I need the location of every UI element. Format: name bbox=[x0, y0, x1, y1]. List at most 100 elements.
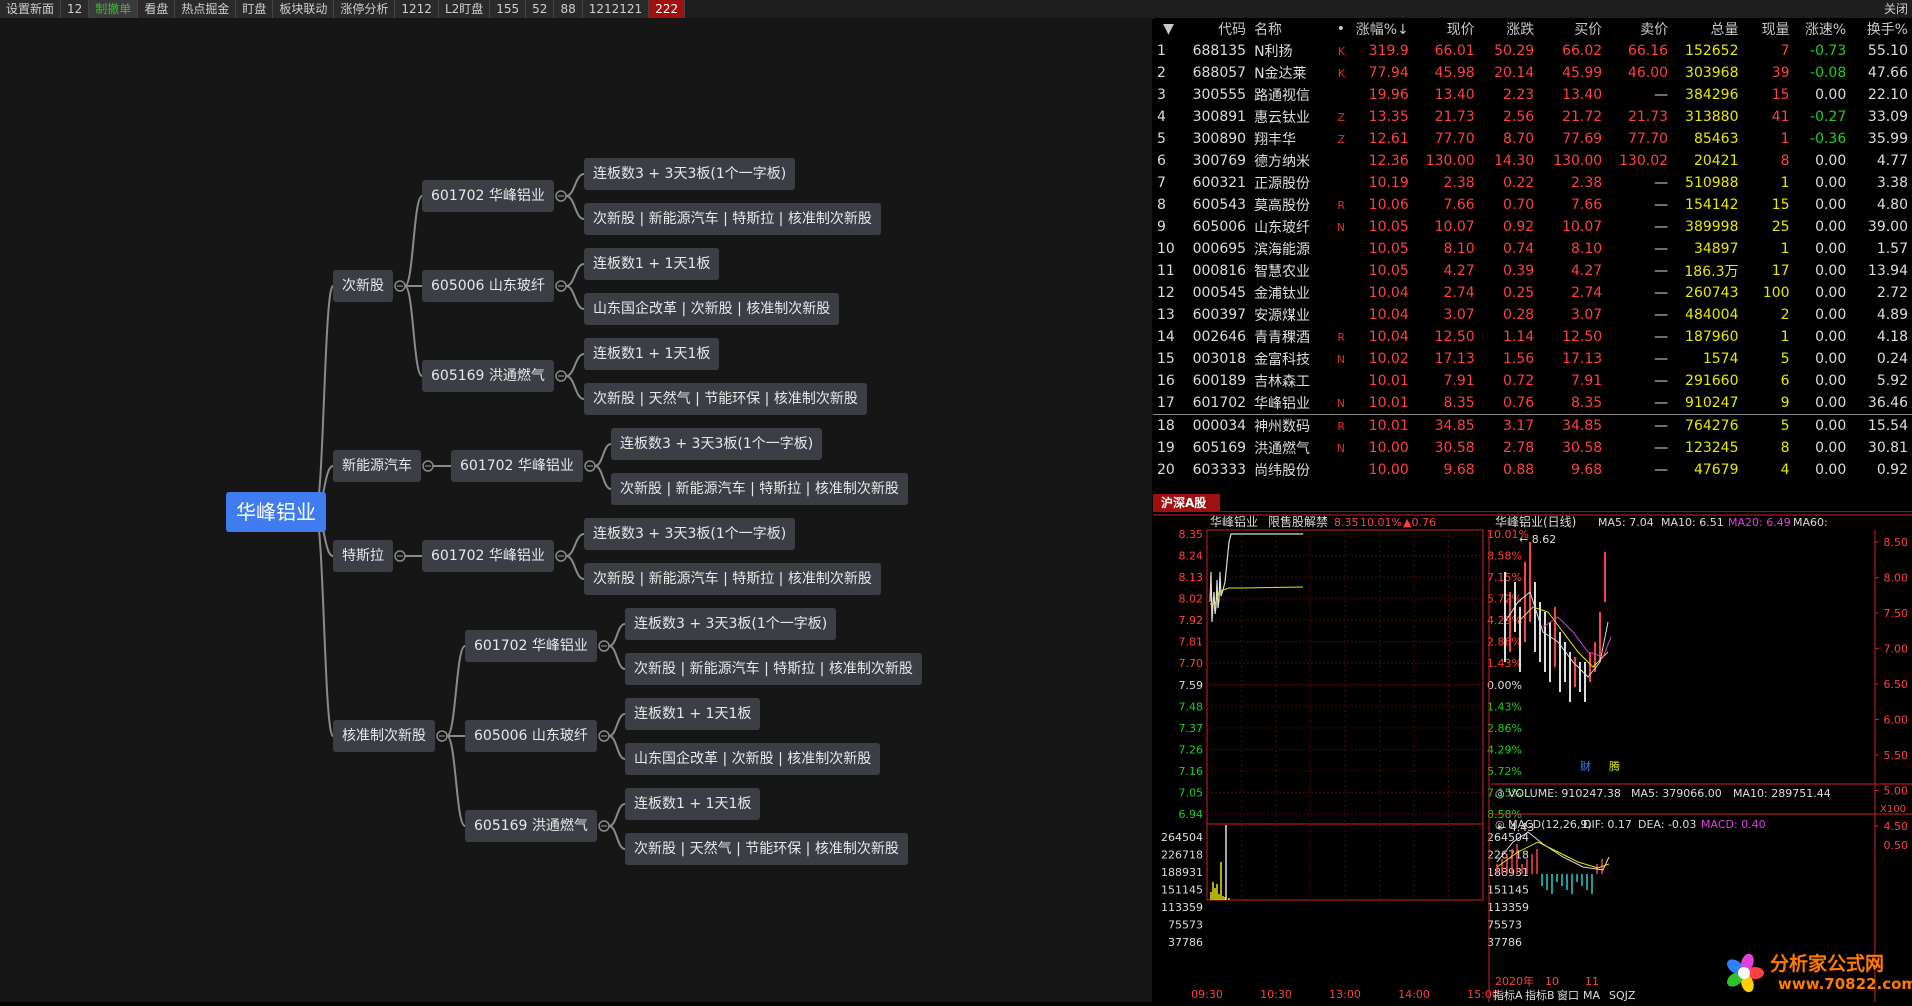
indicator-tab-3[interactable]: MA bbox=[1583, 989, 1600, 1002]
column-header-8[interactable]: 卖价 bbox=[1606, 18, 1672, 40]
column-header-11[interactable]: 涨速% bbox=[1794, 18, 1851, 40]
tab-1[interactable]: 12 bbox=[61, 0, 90, 18]
detail-node-0-2-0[interactable]: 连板数1 + 1天1板 bbox=[584, 338, 720, 370]
table-row[interactable]: 16 600189 吉林森工 10.01 7.91 0.72 7.91 — 291660 6 0.0… bbox=[1153, 370, 1912, 392]
indicator-tab-1[interactable]: 指标B bbox=[1525, 988, 1555, 1002]
tab-6[interactable]: 板块联动 bbox=[273, 0, 335, 18]
table-row[interactable]: 14 002646 青青稞酒 R 10.04 12.50 1.14 12.50 — 187960 1… bbox=[1153, 326, 1912, 348]
detail-node-3-0-1[interactable]: 次新股 | 新能源汽车 | 特斯拉 | 核准制次新股 bbox=[625, 653, 922, 685]
column-header-7[interactable]: 买价 bbox=[1538, 18, 1606, 40]
table-row[interactable]: 15 003018 金富科技 N 10.02 17.13 1.56 17.13 — 1574 5 0.… bbox=[1153, 348, 1912, 370]
cell-6: 0.22 bbox=[1503, 175, 1535, 191]
macd-value: MACD: 0.40 bbox=[1701, 818, 1766, 831]
detail-node-1-0-0[interactable]: 连板数3 + 3天3板(1个一字板) bbox=[611, 428, 823, 460]
tab-4[interactable]: 热点掘金 bbox=[175, 0, 237, 18]
detail-node-0-0-1[interactable]: 次新股 | 新能源汽车 | 特斯拉 | 核准制次新股 bbox=[584, 203, 881, 235]
cell-10: 15 bbox=[1771, 87, 1790, 103]
table-row[interactable]: 11 000816 智慧农业 10.05 4.27 0.39 4.27 — 186.3万 17 0.… bbox=[1153, 260, 1912, 282]
stock-node-3-2[interactable]: 605169 洪通燃气 bbox=[465, 810, 597, 842]
column-header-10[interactable]: 现量 bbox=[1742, 18, 1793, 40]
table-row[interactable]: 19 605169 洪通燃气 N 10.00 30.58 2.78 30.58 — 123245 8… bbox=[1153, 437, 1912, 459]
detail-node-0-0-0[interactable]: 连板数3 + 3天3板(1个一字板) bbox=[584, 158, 796, 190]
table-row[interactable]: 10 000695 滨海能源 10.05 8.10 0.74 8.10 — 34897 1 0.00… bbox=[1153, 238, 1912, 260]
tab-2[interactable]: 制撤单 bbox=[89, 0, 139, 18]
column-header-1[interactable]: 代码 bbox=[1184, 18, 1250, 40]
tab-10[interactable]: 155 bbox=[490, 0, 527, 18]
indicator-tab-0[interactable]: 指标A bbox=[1493, 988, 1523, 1002]
tab-12[interactable]: 88 bbox=[554, 0, 583, 18]
indicator-tab-2[interactable]: 窗口 bbox=[1557, 988, 1579, 1002]
detail-node-0-1-0[interactable]: 连板数1 + 1天1板 bbox=[584, 248, 720, 280]
tab-0[interactable]: 设置新面 bbox=[0, 0, 62, 18]
cell-12: 47.66 bbox=[1867, 65, 1908, 81]
date-tick: 11 bbox=[1585, 975, 1599, 988]
table-row[interactable]: 1 688135 N利扬 K 319.9 66.01 50.29 66.02 66.16 1526… bbox=[1153, 40, 1912, 62]
table-row[interactable]: 18 000034 神州数码 R 10.01 34.85 3.17 34.85 — 764276 5… bbox=[1153, 415, 1912, 438]
cell-12: 39.00 bbox=[1867, 219, 1908, 235]
close-button[interactable]: 关闭 bbox=[1884, 0, 1908, 18]
table-row[interactable]: 4 300891 惠云钛业 Z 13.35 21.73 2.56 21.72 21.73 3138… bbox=[1153, 106, 1912, 128]
column-header-4[interactable]: 涨幅%↓ bbox=[1349, 18, 1413, 40]
branch-1[interactable]: 新能源汽车 bbox=[333, 450, 421, 482]
detail-node-3-2-1[interactable]: 次新股 | 天然气 | 节能环保 | 核准制次新股 bbox=[625, 833, 908, 865]
tab-9[interactable]: L2盯盘 bbox=[438, 0, 491, 18]
tab-14[interactable]: 222 bbox=[649, 0, 686, 18]
branch-0[interactable]: 次新股 bbox=[333, 270, 393, 302]
tab-11[interactable]: 52 bbox=[526, 0, 555, 18]
detail-node-3-2-0[interactable]: 连板数1 + 1天1板 bbox=[625, 788, 761, 820]
stock-node-0-2[interactable]: 605169 洪通燃气 bbox=[422, 360, 554, 392]
detail-node-0-2-1[interactable]: 次新股 | 天然气 | 节能环保 | 核准制次新股 bbox=[584, 383, 867, 415]
column-header-9[interactable]: 总量 bbox=[1672, 18, 1742, 40]
table-row[interactable]: 9 605006 山东玻纤 N 10.05 10.07 0.92 10.07 — 389998 25… bbox=[1153, 216, 1912, 238]
column-header-3[interactable]: • bbox=[1326, 18, 1349, 40]
detail-node-3-1-0[interactable]: 连板数1 + 1天1板 bbox=[625, 698, 761, 730]
detail-node-3-0-0[interactable]: 连板数3 + 3天3板(1个一字板) bbox=[625, 608, 837, 640]
cell-8: — bbox=[1654, 87, 1669, 103]
stock-node-1-0[interactable]: 601702 华峰铝业 bbox=[451, 450, 583, 482]
tab-7[interactable]: 涨停分析 bbox=[334, 0, 396, 18]
stock-node-0-0[interactable]: 601702 华峰铝业 bbox=[422, 180, 554, 212]
column-header-5[interactable]: 现价 bbox=[1413, 18, 1479, 40]
branch-3[interactable]: 核准制次新股 bbox=[333, 720, 435, 752]
detail-node-0-1-1[interactable]: 山东国企改革 | 次新股 | 核准制次新股 bbox=[584, 293, 840, 325]
volume-tick-right: 113359 bbox=[1487, 901, 1529, 914]
market-tab-shanghai-shenzhen-a[interactable]: 沪深A股 bbox=[1153, 494, 1221, 512]
branch-2[interactable]: 特斯拉 bbox=[333, 540, 393, 572]
table-row[interactable]: 17 601702 华峰铝业 N 10.01 8.35 0.76 8.35—910247 9 0.… bbox=[1153, 392, 1912, 415]
tab-5[interactable]: 盯盘 bbox=[236, 0, 274, 18]
stock-node-2-0[interactable]: 601702 华峰铝业 bbox=[422, 540, 554, 572]
column-header-6[interactable]: 涨跌 bbox=[1479, 18, 1539, 40]
tab-8[interactable]: 1212 bbox=[395, 0, 439, 18]
table-row[interactable]: 3 300555 路通视信 19.96 13.40 2.23 13.40 — 384296 15 0… bbox=[1153, 84, 1912, 106]
column-header-12[interactable]: 换手% bbox=[1850, 18, 1912, 40]
stock-node-3-1[interactable]: 605006 山东玻纤 bbox=[465, 720, 597, 752]
stock-node-3-0[interactable]: 601702 华峰铝业 bbox=[465, 630, 597, 662]
detail-node-1-0-1[interactable]: 次新股 | 新能源汽车 | 特斯拉 | 核准制次新股 bbox=[611, 473, 908, 505]
cell-5: 17.13 bbox=[1434, 351, 1475, 367]
cell-4: 10.00 bbox=[1368, 462, 1409, 478]
table-row[interactable]: 5 300890 翔丰华 Z 12.61 77.70 8.70 77.69 77.70 85463… bbox=[1153, 128, 1912, 150]
tab-3[interactable]: 看盘 bbox=[138, 0, 176, 18]
table-row[interactable]: 6 300769 德方纳米 12.36 130.00 14.30 130.00 130.02 2… bbox=[1153, 150, 1912, 172]
table-row[interactable]: 12 000545 金浦钛业 10.04 2.74 0.25 2.74 — 260743 100 0… bbox=[1153, 282, 1912, 304]
column-header-0[interactable]: ▼ bbox=[1153, 18, 1184, 40]
detail-node-2-0-1[interactable]: 次新股 | 新能源汽车 | 特斯拉 | 核准制次新股 bbox=[584, 563, 881, 595]
detail-node-3-1-1[interactable]: 山东国企改革 | 次新股 | 核准制次新股 bbox=[625, 743, 881, 775]
quote-table-header: ▼ 代码 名称 • 涨幅%↓ 现价 涨跌 买价 卖价 总量 现量 涨速% 换手% bbox=[1153, 18, 1912, 40]
price-tick: 7.05 bbox=[1179, 786, 1204, 799]
cell-5: 2.74 bbox=[1443, 285, 1475, 301]
detail-node-2-0-0[interactable]: 连板数3 + 3天3板(1个一字板) bbox=[584, 518, 796, 550]
mind-map-root[interactable]: 华峰铝业 bbox=[226, 492, 326, 532]
table-row[interactable]: 20 603333 尚纬股份 10.00 9.68 0.88 9.68 — 47679 4 0.00… bbox=[1153, 459, 1912, 481]
table-row[interactable]: 8 600543 莫高股份 R 10.06 7.66 0.70 7.66 — 154142 15 0.… bbox=[1153, 194, 1912, 216]
table-row[interactable]: 2 688057 N金达莱 K 77.94 45.98 20.14 45.99 46.00 303… bbox=[1153, 62, 1912, 84]
volume-readout: ◎ VOLUME: 910247.38 bbox=[1495, 787, 1621, 800]
tab-13[interactable]: 1212121 bbox=[582, 0, 650, 18]
column-header-2[interactable]: 名称 bbox=[1250, 18, 1326, 40]
stock-node-0-1[interactable]: 605006 山东玻纤 bbox=[422, 270, 554, 302]
indicator-tab-4[interactable]: SQJZ bbox=[1609, 989, 1636, 1002]
cell-6: 2.78 bbox=[1503, 440, 1535, 456]
table-row[interactable]: 7 600321 正源股份 10.19 2.38 0.22 2.38 — 510988 1 0.00… bbox=[1153, 172, 1912, 194]
table-row[interactable]: 13 600397 安源煤业 10.04 3.07 0.28 3.07 — 484004 2 0.0… bbox=[1153, 304, 1912, 326]
cell-11: 0.00 bbox=[1815, 87, 1847, 103]
